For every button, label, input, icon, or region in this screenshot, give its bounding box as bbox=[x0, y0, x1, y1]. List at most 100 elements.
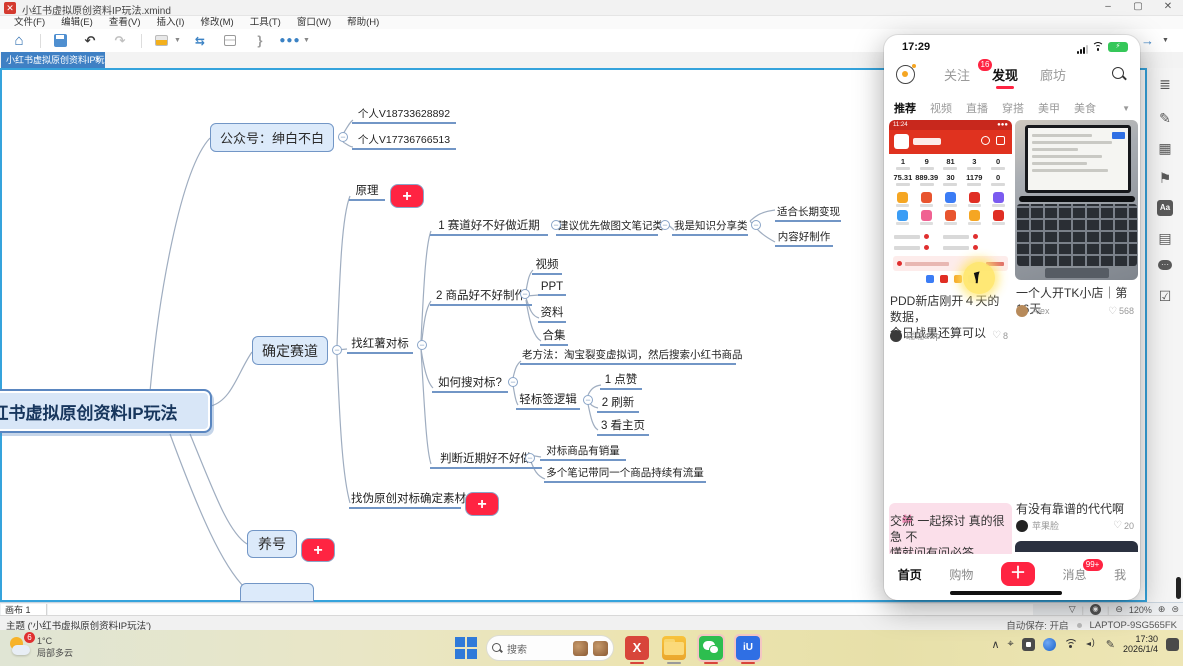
collapse-icon[interactable] bbox=[583, 395, 593, 405]
menu-modify[interactable]: 修改(M) bbox=[192, 16, 241, 29]
live-icon[interactable] bbox=[896, 65, 915, 84]
home-icon[interactable]: ⌂ bbox=[8, 32, 30, 50]
mindmap-node-duibiao[interactable]: 对标商品有销量 bbox=[540, 443, 626, 461]
taskbar-weather-widget[interactable]: 6 1°C局部多云 bbox=[8, 635, 73, 659]
mindmap-node-zhaohongshu[interactable]: 找红薯对标 bbox=[347, 335, 413, 354]
relationship-icon[interactable]: ⇆ bbox=[189, 32, 211, 50]
image-icon[interactable]: ▦ bbox=[1157, 140, 1173, 156]
nav-me[interactable]: 我 bbox=[1114, 566, 1126, 583]
card-title[interactable]: 有没有靠谱的代代啊 bbox=[1016, 501, 1138, 517]
mindmap-node-yuanli[interactable]: 原理 bbox=[349, 182, 385, 201]
menu-edit[interactable]: 编辑(E) bbox=[53, 16, 101, 29]
like-icon[interactable]: ♡ bbox=[1108, 306, 1117, 317]
undo-icon[interactable]: ↶ bbox=[79, 32, 101, 50]
mindmap-node-queding-saidao[interactable]: 确定赛道 bbox=[252, 336, 328, 365]
mindmap-node-zhaowei[interactable]: 找伪原创对标确定素材 bbox=[349, 490, 461, 509]
chevron-down-icon[interactable]: ▼ bbox=[1122, 104, 1130, 113]
mindmap-node-v1[interactable]: 个人V18733628892 bbox=[352, 106, 456, 124]
expand-icon[interactable] bbox=[390, 184, 424, 208]
nav-home[interactable]: 首页 bbox=[898, 566, 922, 583]
menu-view[interactable]: 查看(V) bbox=[101, 16, 149, 29]
format-brush-icon[interactable]: ✎ bbox=[1157, 110, 1173, 126]
collapse-icon[interactable] bbox=[551, 220, 561, 230]
tray-location-icon[interactable]: ⌖ bbox=[1008, 638, 1014, 651]
tab-follow[interactable]: 关注 bbox=[944, 65, 970, 84]
summary-icon[interactable]: } bbox=[249, 32, 271, 50]
menu-file[interactable]: 文件(F) bbox=[6, 16, 53, 29]
tray-chevron-icon[interactable]: ∧ bbox=[991, 638, 999, 651]
mindmap-node-shuaxin[interactable]: 2 刷新 bbox=[597, 394, 639, 413]
redo-icon[interactable]: ↷ bbox=[109, 32, 131, 50]
expand-icon[interactable] bbox=[465, 492, 499, 516]
taskbar-explorer[interactable] bbox=[660, 634, 688, 662]
tab-food[interactable]: 美食 bbox=[1074, 100, 1096, 116]
mindmap-central-topic[interactable]: 小红书虚拟原创资料IP玩法 bbox=[0, 389, 212, 433]
more-caret-icon[interactable]: ▼ bbox=[303, 37, 310, 44]
mindmap-node-yanghao[interactable]: 养号 bbox=[247, 530, 297, 558]
mindmap-node-dianzan[interactable]: 1 点赞 bbox=[600, 371, 642, 390]
scrollbar-thumb[interactable] bbox=[1176, 577, 1181, 599]
tray-wifi-icon[interactable] bbox=[1064, 639, 1078, 650]
start-button[interactable] bbox=[455, 637, 477, 659]
tray-notification-icon[interactable] bbox=[1166, 638, 1179, 651]
mindmap-node-laofangfa[interactable]: 老方法：淘宝裂变虚拟词，然后搜索小红书商品 bbox=[520, 347, 736, 365]
pitch-mode-icon[interactable]: ◉ bbox=[1090, 604, 1101, 615]
mindmap-node-neirong[interactable]: 内容好制作 bbox=[775, 229, 833, 247]
minimize-button[interactable]: – bbox=[1093, 0, 1123, 16]
mindmap-node-cutoff[interactable] bbox=[240, 583, 314, 602]
share-icon[interactable]: → bbox=[1141, 33, 1154, 48]
mindmap-node-heji[interactable]: 合集 bbox=[540, 327, 568, 346]
tab-recommend[interactable]: 推荐 bbox=[894, 100, 916, 116]
post-plus-button[interactable]: ＋ bbox=[1001, 562, 1035, 586]
collapse-icon[interactable] bbox=[520, 289, 530, 299]
mindmap-node-howsearch[interactable]: 如何搜对标? bbox=[432, 374, 508, 393]
collapse-icon[interactable] bbox=[338, 132, 348, 142]
tab-outfit[interactable]: 穿搭 bbox=[1002, 100, 1024, 116]
tray-volume-icon[interactable] bbox=[1086, 639, 1098, 649]
collapse-icon[interactable] bbox=[525, 453, 535, 463]
close-button[interactable]: ✕ bbox=[1153, 0, 1183, 16]
collapse-icon[interactable] bbox=[332, 345, 342, 355]
mindmap-node-shihe[interactable]: 适合长期变现 bbox=[775, 204, 841, 222]
mindmap-node-gongzhonghao[interactable]: 公众号：绅白不白 bbox=[210, 123, 334, 152]
tab-nails[interactable]: 美甲 bbox=[1038, 100, 1060, 116]
card-author-row[interactable]: 瑞瑞awp ♡8 bbox=[890, 329, 1008, 342]
tab-city[interactable]: 廊坊 bbox=[1040, 65, 1066, 84]
mindmap-node-jianyi[interactable]: 建议优先做图文笔记类 bbox=[556, 218, 658, 236]
card-author-row[interactable]: Alex ♡568 bbox=[1016, 305, 1134, 317]
zoom-in-icon[interactable]: ⊕ bbox=[1158, 604, 1166, 615]
tray-pen-icon[interactable]: ✎ bbox=[1106, 638, 1115, 651]
tab-discover[interactable]: 发现 bbox=[992, 65, 1018, 84]
share-caret-icon[interactable]: ▼ bbox=[1162, 37, 1169, 44]
menu-tools[interactable]: 工具(T) bbox=[242, 16, 289, 29]
taskbar-wechat[interactable] bbox=[697, 634, 725, 662]
tray-ime-icon[interactable] bbox=[1022, 638, 1035, 651]
phone-search-icon[interactable] bbox=[1112, 67, 1126, 81]
mindmap-node-v2[interactable]: 个人V17736766513 bbox=[352, 132, 456, 150]
like-icon[interactable]: ♡ bbox=[992, 330, 1001, 341]
collapse-icon[interactable] bbox=[417, 340, 427, 350]
taskbar-search[interactable]: 搜索 bbox=[486, 635, 614, 661]
collapse-icon[interactable] bbox=[660, 220, 670, 230]
zoom-out-icon[interactable]: ⊖ bbox=[1115, 604, 1123, 615]
nav-messages[interactable]: 消息99+ bbox=[1063, 566, 1087, 583]
marker-flag-icon[interactable]: ⚑ bbox=[1157, 170, 1173, 186]
nav-shop[interactable]: 购物 bbox=[949, 566, 973, 583]
comment-icon[interactable] bbox=[1157, 260, 1173, 276]
fit-map-icon[interactable]: ⊜ bbox=[1171, 604, 1179, 615]
filter-icon[interactable]: ▽ bbox=[1069, 604, 1076, 615]
feed-card-image[interactable] bbox=[1015, 120, 1138, 280]
expand-icon[interactable] bbox=[301, 538, 335, 562]
like-icon[interactable]: ♡ bbox=[1113, 520, 1122, 531]
mindmap-node-n2[interactable]: 2 商品好不好制作 bbox=[430, 287, 532, 306]
tray-browser-icon[interactable] bbox=[1043, 638, 1056, 651]
collapse-icon[interactable] bbox=[751, 220, 761, 230]
more-icon[interactable]: ●●● bbox=[279, 32, 301, 50]
menu-insert[interactable]: 插入(I) bbox=[148, 16, 192, 29]
mindmap-node-kanzhuye[interactable]: 3 看主页 bbox=[597, 417, 649, 436]
menu-window[interactable]: 窗口(W) bbox=[289, 16, 339, 29]
notes-icon[interactable]: ▤ bbox=[1157, 230, 1173, 246]
mindmap-node-duoge[interactable]: 多个笔记带同一个商品持续有流量 bbox=[544, 465, 706, 483]
format-caret-icon[interactable]: ▼ bbox=[174, 37, 181, 44]
taskbar-blue-app[interactable]: iU bbox=[734, 634, 762, 662]
